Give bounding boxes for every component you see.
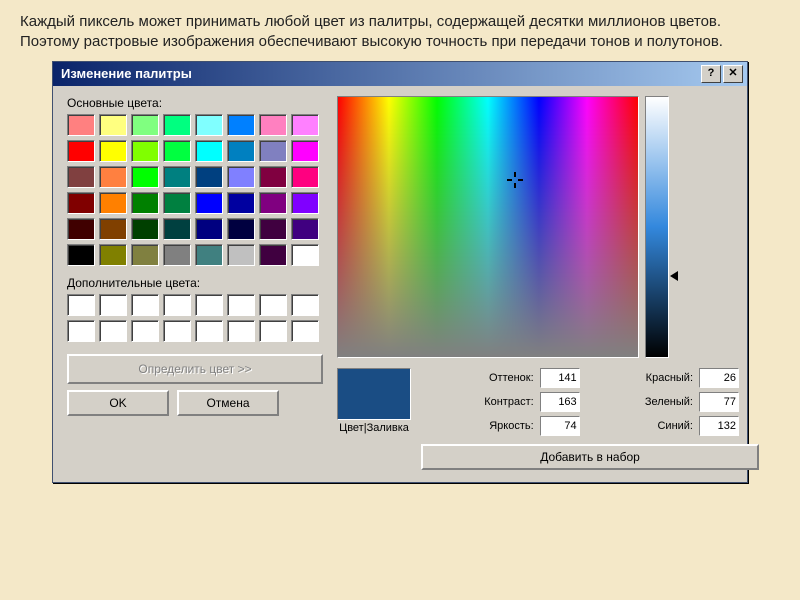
- crosshair-icon: [507, 172, 523, 188]
- basic-colors-grid: [67, 114, 323, 266]
- basic-color-swatch[interactable]: [195, 166, 223, 188]
- luminance-arrow-icon: [670, 271, 678, 281]
- basic-color-swatch[interactable]: [259, 218, 287, 240]
- help-button[interactable]: ?: [701, 65, 721, 83]
- red-input[interactable]: [699, 368, 739, 388]
- lum-input[interactable]: [540, 416, 580, 436]
- basic-color-swatch[interactable]: [291, 244, 319, 266]
- basic-color-swatch[interactable]: [227, 218, 255, 240]
- ok-button[interactable]: OK: [67, 390, 169, 416]
- basic-color-swatch[interactable]: [195, 218, 223, 240]
- custom-color-swatch[interactable]: [163, 294, 191, 316]
- preview-label: Цвет|Заливка: [337, 422, 411, 434]
- basic-color-swatch[interactable]: [99, 166, 127, 188]
- lum-label: Яркость:: [421, 420, 534, 432]
- color-picker-dialog: Изменение палитры ? ✕ Основные цвета: До…: [52, 61, 748, 483]
- basic-color-swatch[interactable]: [227, 244, 255, 266]
- basic-color-swatch[interactable]: [131, 218, 159, 240]
- luminance-slider[interactable]: [645, 96, 669, 358]
- basic-color-swatch[interactable]: [195, 244, 223, 266]
- titlebar: Изменение палитры ? ✕: [53, 62, 747, 86]
- define-color-button: Определить цвет >>: [67, 354, 323, 384]
- basic-color-swatch[interactable]: [291, 114, 319, 136]
- sat-input[interactable]: [540, 392, 580, 412]
- basic-color-swatch[interactable]: [259, 192, 287, 214]
- basic-color-swatch[interactable]: [227, 114, 255, 136]
- green-label: Зеленый:: [582, 396, 693, 408]
- basic-color-swatch[interactable]: [259, 244, 287, 266]
- basic-color-swatch[interactable]: [99, 218, 127, 240]
- basic-color-swatch[interactable]: [227, 140, 255, 162]
- basic-color-swatch[interactable]: [131, 166, 159, 188]
- custom-color-swatch[interactable]: [259, 320, 287, 342]
- basic-color-swatch[interactable]: [195, 114, 223, 136]
- custom-color-swatch[interactable]: [227, 320, 255, 342]
- basic-color-swatch[interactable]: [163, 218, 191, 240]
- basic-color-swatch[interactable]: [67, 218, 95, 240]
- custom-color-swatch[interactable]: [67, 320, 95, 342]
- basic-color-swatch[interactable]: [99, 244, 127, 266]
- basic-color-swatch[interactable]: [259, 166, 287, 188]
- basic-color-swatch[interactable]: [291, 166, 319, 188]
- basic-color-swatch[interactable]: [67, 244, 95, 266]
- custom-color-swatch[interactable]: [259, 294, 287, 316]
- basic-color-swatch[interactable]: [131, 140, 159, 162]
- basic-color-swatch[interactable]: [227, 166, 255, 188]
- basic-color-swatch[interactable]: [163, 192, 191, 214]
- custom-color-swatch[interactable]: [195, 320, 223, 342]
- basic-color-swatch[interactable]: [131, 192, 159, 214]
- custom-color-swatch[interactable]: [163, 320, 191, 342]
- custom-color-swatch[interactable]: [99, 320, 127, 342]
- color-preview: [337, 368, 411, 420]
- custom-color-swatch[interactable]: [131, 294, 159, 316]
- hue-input[interactable]: [540, 368, 580, 388]
- slide-description-text: Каждый пиксель может принимать любой цве…: [0, 0, 800, 61]
- custom-color-swatch[interactable]: [291, 320, 319, 342]
- color-field[interactable]: [337, 96, 639, 358]
- custom-color-swatch[interactable]: [131, 320, 159, 342]
- red-label: Красный:: [582, 372, 693, 384]
- blue-input[interactable]: [699, 416, 739, 436]
- blue-label: Синий:: [582, 420, 693, 432]
- basic-color-swatch[interactable]: [163, 140, 191, 162]
- custom-color-swatch[interactable]: [195, 294, 223, 316]
- basic-color-swatch[interactable]: [99, 192, 127, 214]
- custom-colors-grid: [67, 294, 323, 342]
- basic-color-swatch[interactable]: [259, 114, 287, 136]
- basic-color-swatch[interactable]: [99, 140, 127, 162]
- green-input[interactable]: [699, 392, 739, 412]
- add-to-custom-button[interactable]: Добавить в набор: [421, 444, 759, 470]
- basic-color-swatch[interactable]: [131, 244, 159, 266]
- basic-color-swatch[interactable]: [195, 140, 223, 162]
- basic-color-swatch[interactable]: [163, 244, 191, 266]
- basic-color-swatch[interactable]: [291, 218, 319, 240]
- close-button[interactable]: ✕: [723, 65, 743, 83]
- custom-color-swatch[interactable]: [291, 294, 319, 316]
- basic-color-swatch[interactable]: [163, 166, 191, 188]
- basic-color-swatch[interactable]: [67, 192, 95, 214]
- basic-color-swatch[interactable]: [99, 114, 127, 136]
- basic-colors-label: Основные цвета:: [67, 96, 323, 110]
- basic-color-swatch[interactable]: [67, 140, 95, 162]
- basic-color-swatch[interactable]: [131, 114, 159, 136]
- dialog-title: Изменение палитры: [61, 66, 192, 81]
- basic-color-swatch[interactable]: [163, 114, 191, 136]
- sat-label: Контраст:: [421, 396, 534, 408]
- hue-label: Оттенок:: [421, 372, 534, 384]
- custom-color-swatch[interactable]: [227, 294, 255, 316]
- custom-colors-label: Дополнительные цвета:: [67, 276, 323, 290]
- basic-color-swatch[interactable]: [291, 140, 319, 162]
- basic-color-swatch[interactable]: [227, 192, 255, 214]
- basic-color-swatch[interactable]: [291, 192, 319, 214]
- basic-color-swatch[interactable]: [259, 140, 287, 162]
- custom-color-swatch[interactable]: [67, 294, 95, 316]
- custom-color-swatch[interactable]: [99, 294, 127, 316]
- cancel-button[interactable]: Отмена: [177, 390, 279, 416]
- basic-color-swatch[interactable]: [67, 114, 95, 136]
- basic-color-swatch[interactable]: [195, 192, 223, 214]
- basic-color-swatch[interactable]: [67, 166, 95, 188]
